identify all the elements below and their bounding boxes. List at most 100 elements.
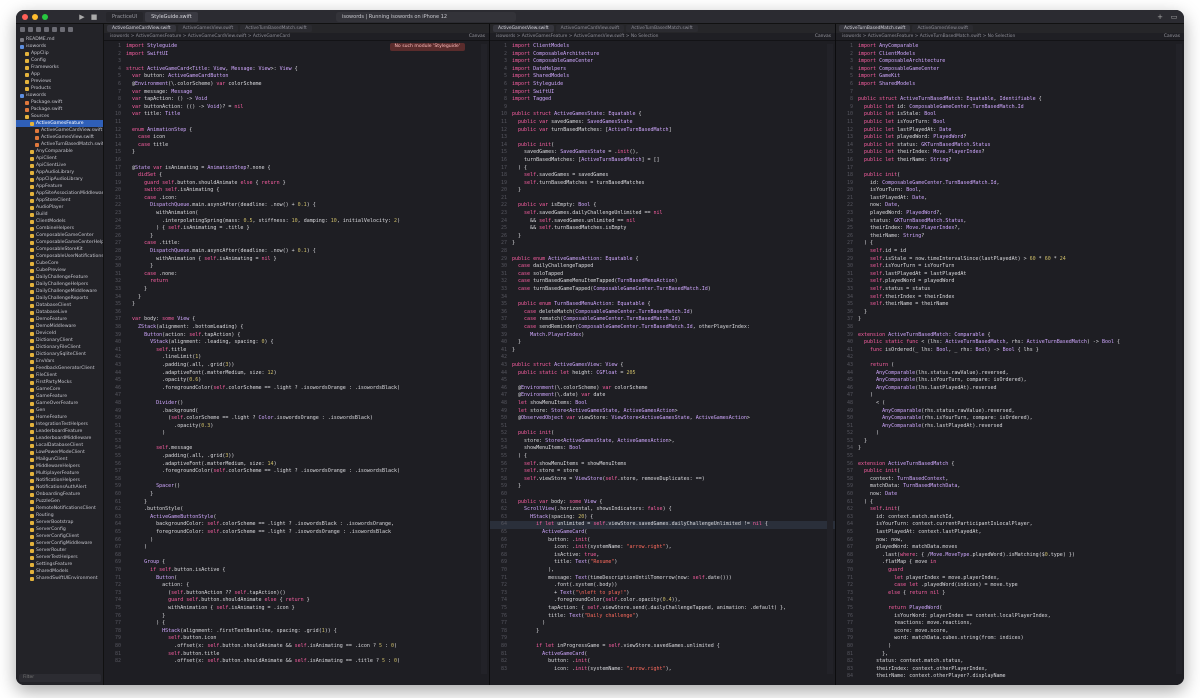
- code-line[interactable]: 60 }: [104, 491, 489, 499]
- navigator-item[interactable]: CubePreview: [16, 267, 103, 274]
- navigator-item[interactable]: DemoFeature: [16, 316, 103, 323]
- debug-icon[interactable]: [68, 27, 73, 32]
- navigator-item[interactable]: NotificationHelpers: [16, 477, 103, 484]
- navigator-item[interactable]: isowords: [16, 43, 103, 50]
- code-line[interactable]: 73 else { return nil }: [836, 590, 1184, 598]
- navigator-item[interactable]: ApiClientLive: [16, 162, 103, 169]
- code-line[interactable]: 38: [836, 324, 1184, 332]
- code-line[interactable]: 45: [490, 377, 835, 385]
- navigator-filter-field[interactable]: Filter: [19, 674, 101, 682]
- code-line[interactable]: 4 import ComposableGameCenter: [836, 66, 1184, 74]
- code-line[interactable]: 26 theirName: String?: [836, 233, 1184, 241]
- code-line[interactable]: 55 ) {: [490, 453, 835, 461]
- code-line[interactable]: 15 }: [104, 149, 489, 157]
- code-line[interactable]: 69 Group {: [104, 559, 489, 567]
- code-line[interactable]: 25 && self.turnBasedMatches.isEmpty: [490, 225, 835, 233]
- code-line[interactable]: 43 .padding(.all, .grid(3)): [104, 362, 489, 370]
- code-line[interactable]: 9 var buttonAction: (() -> Void)? = nil: [104, 104, 489, 112]
- jump-bar[interactable]: isowords > ActiveGamesFeature > ActiveGa…: [490, 33, 835, 41]
- code-line[interactable]: 37}: [836, 316, 1184, 324]
- code-line[interactable]: 73 (self.buttonAction ?? self.tapAction)…: [104, 590, 489, 598]
- navigator-item[interactable]: AppSiteAssociationMiddleware: [16, 190, 103, 197]
- code-line[interactable]: 73 + Text("\nleft to play!"): [490, 590, 835, 598]
- navigator-item[interactable]: Build: [16, 211, 103, 218]
- code-line[interactable]: 69 .flatMap { move in: [836, 559, 1184, 567]
- code-line[interactable]: 77 ): [490, 620, 835, 628]
- close-window-button[interactable]: [22, 14, 28, 20]
- code-line[interactable]: 35 self.theirName = theirName: [836, 301, 1184, 309]
- navigator-item[interactable]: OnboardingFeature: [16, 491, 103, 498]
- navigator-item[interactable]: EnvVars: [16, 358, 103, 365]
- code-line[interactable]: 51 .opacity(0.3): [104, 423, 489, 431]
- editor-tab[interactable]: ActiveTurnBasedMatch.swift: [240, 25, 312, 32]
- code-line[interactable]: 51 AnyComparable(rhs.lastPlayedAt).rever…: [836, 423, 1184, 431]
- navigator-item[interactable]: FeedbackGeneratorClient: [16, 365, 103, 372]
- navigator-item[interactable]: CombineHelpers: [16, 225, 103, 232]
- code-line[interactable]: 1 import Styleguide: [104, 43, 489, 51]
- code-line[interactable]: 28: [490, 248, 835, 256]
- code-line[interactable]: 25 ) { self.isAnimating = .title }: [104, 225, 489, 233]
- navigator-item[interactable]: LowPowerModeClient: [16, 449, 103, 456]
- code-line[interactable]: 26 }: [104, 233, 489, 241]
- code-line[interactable]: 54 showMenuItems: Bool: [490, 445, 835, 453]
- code-line[interactable]: 12 public var turnBasedMatches: [ActiveT…: [490, 127, 835, 135]
- code-line[interactable]: 36 }: [836, 309, 1184, 317]
- code-line[interactable]: 84 theirName: context.otherPlayer?.displ…: [836, 673, 1184, 681]
- code-line[interactable]: 67 playedWord: matchData.moves: [836, 544, 1184, 552]
- code-line[interactable]: 58 context: TurnBasedContext,: [836, 476, 1184, 484]
- code-line[interactable]: 18 public init(: [836, 172, 1184, 180]
- code-line[interactable]: 69 title: Text("Resume"): [490, 559, 835, 567]
- code-line[interactable]: 31 self.lastPlayedAt = lastPlayedAt: [836, 271, 1184, 279]
- code-line[interactable]: 60: [490, 491, 835, 499]
- code-line[interactable]: 78 HStack(alignment: .firstTextBaseline,…: [104, 628, 489, 636]
- editor-tab[interactable]: ActiveGamesView.swift: [912, 25, 974, 32]
- code-line[interactable]: 75 return PlayedWord(: [836, 605, 1184, 613]
- code-line[interactable]: 42: [836, 354, 1184, 362]
- code-line[interactable]: 10 public let isStale: Bool: [836, 111, 1184, 119]
- navigator-item[interactable]: GameOverFeature: [16, 400, 103, 407]
- canvas-toggle[interactable]: Canvas: [469, 33, 485, 40]
- code-line[interactable]: 14 public let status: GKTurnBasedMatch.S…: [836, 142, 1184, 150]
- navigator-item[interactable]: PuzzleGen: [16, 498, 103, 505]
- navigator-item[interactable]: ServerConfig: [16, 526, 103, 533]
- code-line[interactable]: 34 self.theirIndex = theirIndex: [836, 294, 1184, 302]
- code-line[interactable]: 81 },: [836, 651, 1184, 659]
- code-line[interactable]: 64 isYourTurn: context.currentParticipan…: [836, 521, 1184, 529]
- navigator-item[interactable]: LeaderboardFeature: [16, 428, 103, 435]
- code-line[interactable]: 82 .offset(x: self.button.shouldAnimate …: [104, 658, 489, 666]
- navigator-item[interactable]: Products: [16, 85, 103, 92]
- code-line[interactable]: 59 Spacer(): [104, 483, 489, 491]
- code-line[interactable]: 30 case dailyChallengeTapped: [490, 263, 835, 271]
- code-line[interactable]: 39 Match.PlayerIndex): [490, 332, 835, 340]
- code-line[interactable]: 1 import ClientModels: [490, 43, 835, 51]
- code-line[interactable]: 61 public var body: some View {: [490, 499, 835, 507]
- code-line[interactable]: 10 var title: Title: [104, 111, 489, 119]
- code-line[interactable]: 51: [490, 423, 835, 431]
- code-line[interactable]: 79: [490, 635, 835, 643]
- navigator-item[interactable]: ActiveGamesFeature: [16, 120, 103, 127]
- code-line[interactable]: 61 ) {: [836, 499, 1184, 507]
- code-line[interactable]: 38 ZStack(alignment: .bottomLeading) {: [104, 324, 489, 332]
- code-line[interactable]: 49 let store: Store<ActiveGamesState, Ac…: [490, 408, 835, 416]
- navigator-item[interactable]: DailyChallengeHelpers: [16, 281, 103, 288]
- code-line[interactable]: 2 import ComposableArchitecture: [490, 51, 835, 59]
- code-line[interactable]: 48 < (: [836, 400, 1184, 408]
- code-line[interactable]: 66 ): [104, 537, 489, 545]
- code-line[interactable]: 29 public enum ActiveGamesAction: Equatab…: [490, 256, 835, 264]
- code-line[interactable]: 45 AnyComparable(lhs.isYourTurn, compare…: [836, 377, 1184, 385]
- code-line[interactable]: 39 extension ActiveTurnBasedMatch: Compar…: [836, 332, 1184, 340]
- code-line[interactable]: 20 }: [490, 187, 835, 195]
- code-line[interactable]: 35 public enum TurnBasedMenuAction: Equa…: [490, 301, 835, 309]
- code-line[interactable]: 45 .opacity(0.6): [104, 377, 489, 385]
- code-line[interactable]: 8 var tapAction: () -> Void: [104, 96, 489, 104]
- code-line[interactable]: 30 self.isYourTurn = isYourTurn: [836, 263, 1184, 271]
- code-line[interactable]: 6 import Styleguide: [490, 81, 835, 89]
- navigator-item[interactable]: DictionaryFileClient: [16, 344, 103, 351]
- code-line[interactable]: 66 now: now,: [836, 537, 1184, 545]
- code-line[interactable]: 28 DispatchQueue.main.asyncAfter(deadlin…: [104, 248, 489, 256]
- code-line[interactable]: 50 @ObservedObject var viewStore: ViewSt…: [490, 415, 835, 423]
- code-line[interactable]: 65 lastPlayedAt: context.lastPlayedAt,: [836, 529, 1184, 537]
- navigator-item[interactable]: ComposableGameCenterHelpers: [16, 239, 103, 246]
- code-line[interactable]: 31 case .none:: [104, 271, 489, 279]
- code-line[interactable]: 55 .padding(.all, .grid(3)): [104, 453, 489, 461]
